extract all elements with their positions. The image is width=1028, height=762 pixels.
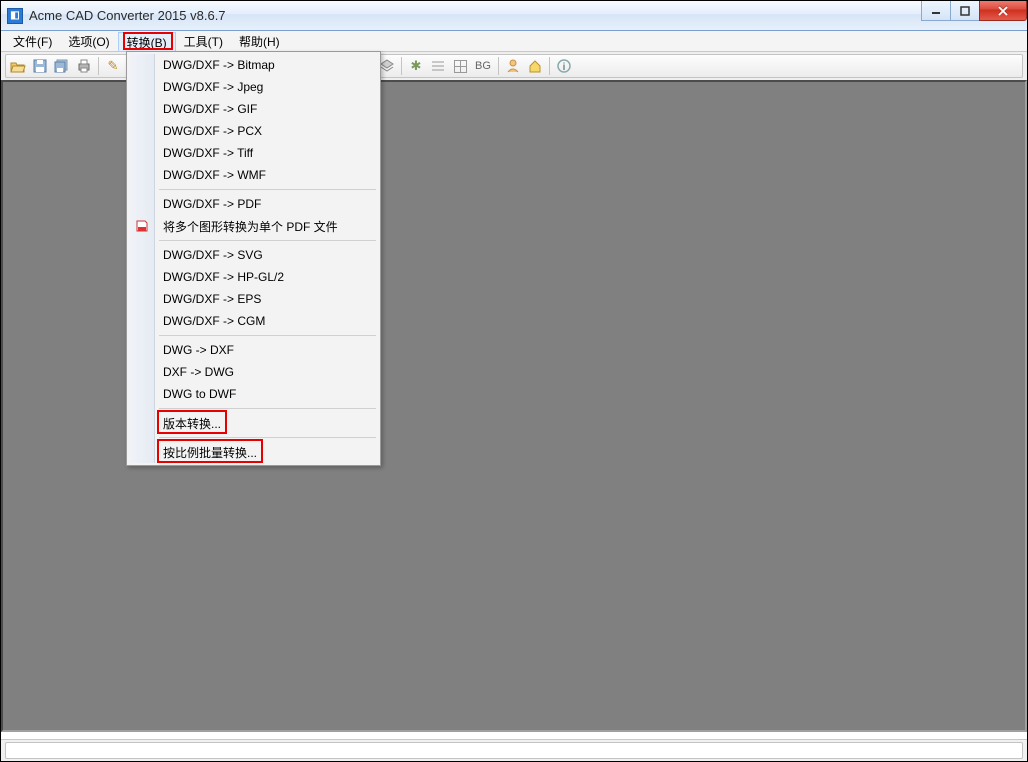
menu-item[interactable]: DWG to DWF xyxy=(129,383,378,405)
menu-item[interactable]: DWG/DXF -> Bitmap xyxy=(129,54,378,76)
menu-item-label: DWG/DXF -> PCX xyxy=(163,124,262,138)
menu-item[interactable]: DWG/DXF -> EPS xyxy=(129,288,378,310)
status-panel xyxy=(5,742,1023,759)
menu-0[interactable]: 文件(F) xyxy=(5,31,60,51)
menu-item[interactable]: DWG/DXF -> HP-GL/2 xyxy=(129,266,378,288)
menu-item[interactable]: DWG/DXF -> PDF xyxy=(129,193,378,215)
bg-button[interactable]: BG xyxy=(472,56,494,76)
save-icon[interactable] xyxy=(30,56,50,76)
bug-icon[interactable]: ✱ xyxy=(406,56,426,76)
statusbar xyxy=(1,739,1027,761)
menu-item[interactable]: DXF -> DWG xyxy=(129,361,378,383)
lines-icon[interactable] xyxy=(428,56,448,76)
menu-separator xyxy=(159,335,376,336)
menu-item[interactable]: DWG/DXF -> Tiff xyxy=(129,142,378,164)
menu-item-label: 版本转换... xyxy=(163,415,221,432)
info-icon[interactable]: i xyxy=(554,56,574,76)
menu-item[interactable]: DWG/DXF -> GIF xyxy=(129,98,378,120)
user-icon[interactable] xyxy=(503,56,523,76)
menu-item[interactable]: 按比例批量转换... xyxy=(129,441,378,463)
menu-3[interactable]: 工具(T) xyxy=(176,31,231,51)
menubar: 文件(F)选项(O)转换(B)工具(T)帮助(H) xyxy=(1,31,1027,52)
menu-separator xyxy=(159,408,376,409)
menu-item-label: DWG/DXF -> HP-GL/2 xyxy=(163,270,284,284)
home-icon[interactable] xyxy=(525,56,545,76)
menu-item-label: 将多个图形转换为单个 PDF 文件 xyxy=(163,218,338,235)
menu-item-label: DWG/DXF -> GIF xyxy=(163,102,257,116)
menu-item-label: DWG -> DXF xyxy=(163,343,234,357)
menu-separator xyxy=(159,437,376,438)
tool-icon[interactable]: ✎ xyxy=(103,56,123,76)
toolbar-separator xyxy=(549,57,550,75)
save-all-icon[interactable] xyxy=(52,56,72,76)
menu-item-label: DWG/DXF -> PDF xyxy=(163,197,261,211)
menu-item[interactable]: DWG/DXF -> SVG xyxy=(129,244,378,266)
menu-item-label: DWG to DWF xyxy=(163,387,236,401)
menu-separator xyxy=(159,240,376,241)
toolbar-separator xyxy=(98,57,99,75)
menu-item-label: DWG/DXF -> Bitmap xyxy=(163,58,275,72)
minimize-button[interactable] xyxy=(921,1,951,21)
menu-separator xyxy=(159,189,376,190)
menu-2[interactable]: 转换(B) xyxy=(118,32,176,51)
toolbar-separator xyxy=(498,57,499,75)
menu-item[interactable]: DWG/DXF -> PCX xyxy=(129,120,378,142)
menu-1[interactable]: 选项(O) xyxy=(60,31,117,51)
menu-item[interactable]: 版本转换... xyxy=(129,412,378,434)
pdf-icon xyxy=(134,218,150,234)
menu-4[interactable]: 帮助(H) xyxy=(231,31,288,51)
menu-item[interactable]: DWG -> DXF xyxy=(129,339,378,361)
toolbar-separator xyxy=(401,57,402,75)
menu-item[interactable]: 将多个图形转换为单个 PDF 文件 xyxy=(129,215,378,237)
menu-item[interactable]: DWG/DXF -> WMF xyxy=(129,164,378,186)
grid-icon[interactable] xyxy=(450,56,470,76)
menu-item-label: DWG/DXF -> Jpeg xyxy=(163,80,263,94)
titlebar: ◧ Acme CAD Converter 2015 v8.6.7 xyxy=(1,1,1027,31)
convert-menu: DWG/DXF -> Bitmap DWG/DXF -> Jpeg DWG/DXF … xyxy=(126,51,381,466)
menu-item-label: DWG/DXF -> CGM xyxy=(163,314,265,328)
close-button[interactable] xyxy=(979,1,1027,21)
menu-item[interactable]: DWG/DXF -> CGM xyxy=(129,310,378,332)
app-icon: ◧ xyxy=(7,8,23,24)
print-icon[interactable] xyxy=(74,56,94,76)
window-title: Acme CAD Converter 2015 v8.6.7 xyxy=(29,8,226,23)
menu-item-label: DWG/DXF -> EPS xyxy=(163,292,261,306)
menu-item-label: DWG/DXF -> SVG xyxy=(163,248,263,262)
menu-item-label: DXF -> DWG xyxy=(163,365,234,379)
menu-item[interactable]: DWG/DXF -> Jpeg xyxy=(129,76,378,98)
menu-item-label: 按比例批量转换... xyxy=(163,444,257,461)
menu-item-label: DWG/DXF -> WMF xyxy=(163,168,266,182)
open-icon[interactable] xyxy=(8,56,28,76)
window-controls xyxy=(922,1,1027,21)
maximize-button[interactable] xyxy=(950,1,980,21)
menu-item-label: DWG/DXF -> Tiff xyxy=(163,146,253,160)
svg-text:i: i xyxy=(563,62,566,73)
